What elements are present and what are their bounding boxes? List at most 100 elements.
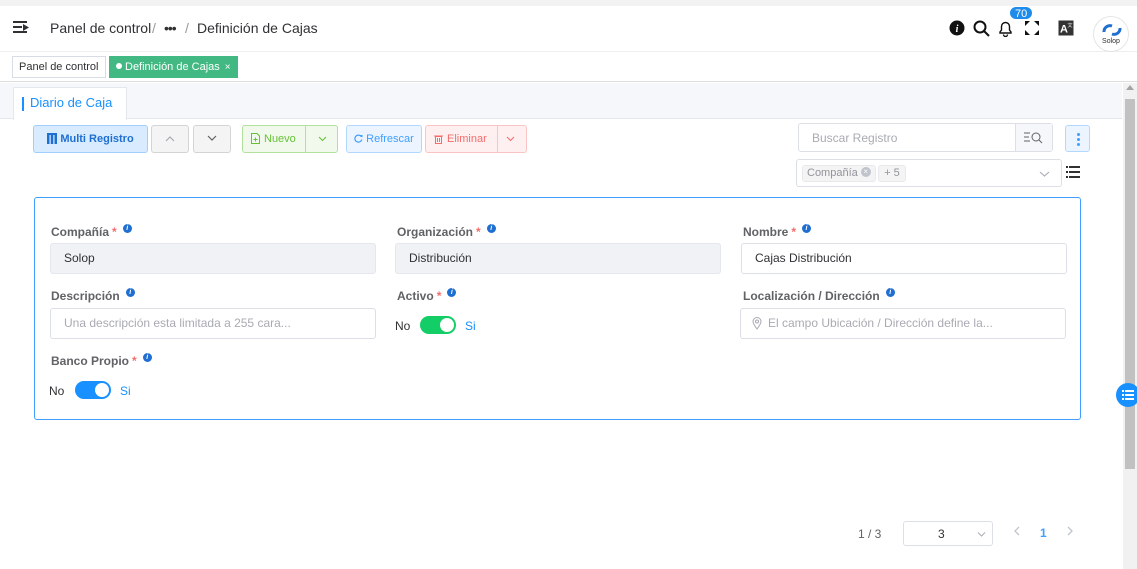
pagination-count: 1 / 3 [858,527,882,541]
chevron-down-icon [977,532,986,537]
switch-off-label: No [395,319,411,333]
company-field[interactable]: Solop [50,243,376,274]
active-switch-group: No Si [395,316,495,336]
multi-record-button[interactable]: Multi Registro [33,125,148,153]
record-form: Compañía * i Solop Organización * i Distribu… [34,197,1081,420]
active-switch[interactable] [420,316,456,334]
own-bank-switch-group: No Si [49,381,149,401]
user-avatar[interactable]: Solop [1093,16,1129,52]
refresh-icon [354,134,363,143]
location-pin-icon [752,317,762,330]
tag-label: Panel de control [19,61,99,73]
previous-record-button[interactable] [151,125,189,153]
new-record-button[interactable]: Nuevo [242,125,338,153]
location-label: Localización / Dirección i [743,288,895,303]
switch-on-label: Si [465,319,476,333]
location-field[interactable]: El campo Ubicación / Dirección define la… [740,308,1066,339]
breadcrumb-home[interactable]: Panel de control [50,20,151,36]
document-add-icon [251,133,260,144]
info-icon[interactable]: i [142,353,152,362]
tag-close-icon[interactable]: × [225,62,231,73]
columns-selector[interactable]: Compañía × + 5 [796,159,1062,187]
switch-on-label: Si [120,384,131,398]
info-icon[interactable]: i [885,288,895,297]
search-field[interactable]: Buscar Registro [798,123,1053,152]
app-header: Panel de control / ••• / Definición de C… [0,0,1137,52]
page-number-current[interactable]: 1 [1040,526,1047,540]
search-input[interactable]: Buscar Registro [812,131,897,145]
chevron-left-icon [1014,526,1020,536]
delete-button[interactable]: Eliminar [425,125,527,153]
chip-close-icon[interactable]: × [860,167,871,178]
svg-text:文: 文 [1067,22,1072,29]
breadcrumb-separator: / [185,20,189,36]
info-icon[interactable]: i [949,20,967,38]
location-placeholder: El campo Ubicación / Dirección define la… [768,316,993,330]
chevron-down-icon[interactable] [318,136,327,142]
refresh-label: Refrescar [366,133,414,145]
language-icon[interactable]: A文 [1058,20,1076,38]
tag-definicion-de-cajas[interactable]: Definición de Cajas × [109,56,238,78]
breadcrumb-ellipsis[interactable]: ••• [164,20,177,36]
scrollbar-thumb[interactable] [1125,99,1135,469]
refresh-button[interactable]: Refrescar [346,125,422,153]
organization-field[interactable]: Distribución [395,243,721,274]
list-icon [1122,390,1134,400]
own-bank-label: Banco Propio * i [51,353,152,368]
main-content: Diario de Caja Multi Registro Nuevo Refr… [0,83,1137,569]
info-icon[interactable]: i [122,224,132,233]
list-settings-icon[interactable] [1066,166,1080,180]
organization-label: Organización * i [397,224,496,239]
search-filter-icon [1024,132,1043,144]
page-size-select[interactable]: 3 [903,521,993,546]
column-chip[interactable]: Compañía × [802,165,876,182]
tab-diario-de-caja[interactable]: Diario de Caja [13,87,127,120]
fullscreen-icon[interactable] [1024,20,1042,38]
description-field[interactable]: Una descripción esta limitada a 255 cara… [50,308,376,339]
more-options-button[interactable] [1065,125,1090,152]
breadcrumb-current: Definición de Cajas [197,20,318,36]
next-record-button[interactable] [193,125,231,153]
svg-text:i: i [956,24,959,35]
scroll-up-arrow-icon[interactable] [1126,85,1134,90]
previous-page-button[interactable] [1013,523,1021,539]
multi-record-label: Multi Registro [60,133,134,145]
chevron-down-icon[interactable] [1039,171,1050,177]
description-label: Descripción i [51,288,135,303]
new-label: Nuevo [264,133,296,145]
chevron-down-icon [207,135,217,141]
menu-toggle-icon[interactable] [13,21,29,35]
tag-label: Definición de Cajas [125,61,220,73]
active-label: Activo * i [397,288,457,303]
tag-panel-de-control[interactable]: Panel de control [12,56,106,78]
column-chip-label: Compañía [807,167,858,179]
tab-strip: Diario de Caja [0,83,1122,120]
trash-icon [434,135,443,144]
switch-off-label: No [49,384,65,398]
info-icon[interactable]: i [125,288,135,297]
tab-label: Diario de Caja [30,95,113,110]
active-dot-icon [116,63,122,70]
next-page-button[interactable] [1066,523,1074,539]
name-field[interactable]: Cajas Distribución [741,243,1067,274]
bell-icon[interactable] [997,20,1015,38]
search-button[interactable] [1015,124,1052,151]
chevron-right-icon [1067,526,1073,536]
company-label: Compañía * i [51,224,132,239]
own-bank-switch[interactable] [75,381,111,399]
more-columns-chip[interactable]: + 5 [878,165,906,182]
table-icon [47,133,58,144]
notifications-badge: 70 [1009,6,1034,20]
chevron-down-icon[interactable] [506,136,515,142]
info-icon[interactable]: i [486,224,496,233]
chevron-up-icon [165,136,175,142]
side-panel-toggle-button[interactable] [1116,383,1137,407]
page-size-value: 3 [938,527,945,541]
info-icon[interactable]: i [447,288,457,297]
delete-label: Eliminar [447,133,487,145]
search-icon[interactable] [973,20,991,38]
vertical-scrollbar[interactable] [1123,83,1137,569]
logo-text: Solop [1102,38,1120,45]
info-icon[interactable]: i [802,224,812,233]
name-label: Nombre * i [743,224,812,239]
